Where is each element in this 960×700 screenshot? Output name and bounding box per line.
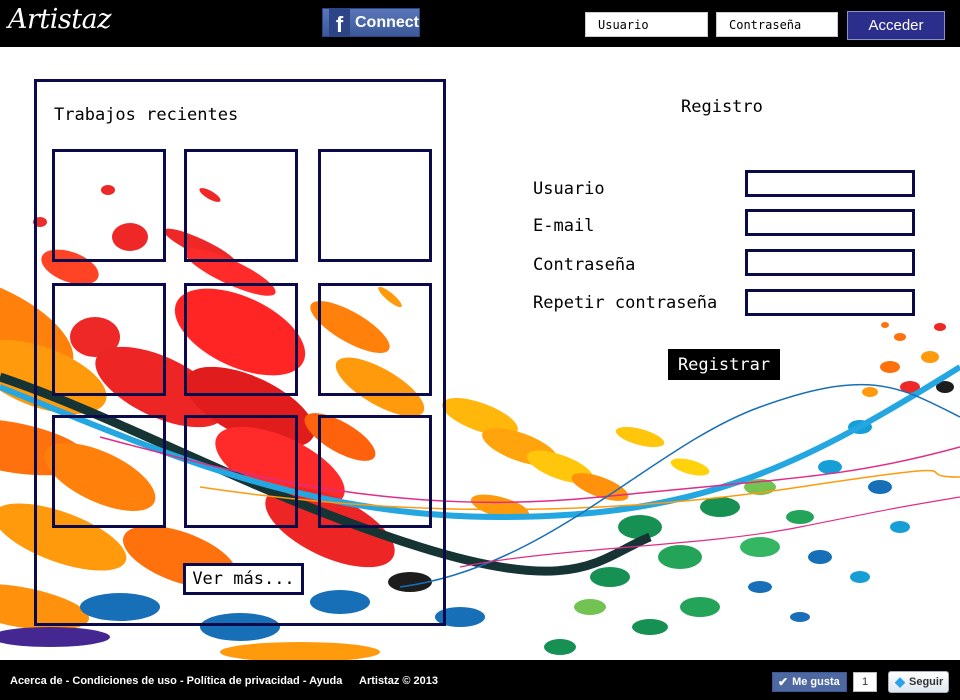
work-thumbnail[interactable]: [52, 415, 166, 528]
footer-link-about[interactable]: Acerca de: [10, 675, 63, 687]
register-username-input[interactable]: [745, 170, 915, 197]
register-email-label: E-mail: [533, 216, 595, 236]
footer-link-privacy[interactable]: Política de privacidad: [187, 675, 300, 687]
twitter-bird-icon: ◆: [895, 674, 905, 689]
footer-link-help[interactable]: Ayuda: [309, 675, 342, 687]
logo[interactable]: Artistaz: [8, 4, 111, 35]
facebook-icon: f: [329, 9, 350, 36]
register-title: Registro: [681, 97, 763, 117]
work-thumbnail[interactable]: [318, 149, 432, 262]
register-email-input[interactable]: [745, 209, 915, 236]
register-repeat-password-label: Repetir contraseña: [533, 293, 718, 313]
like-count: 1: [853, 672, 877, 692]
see-more-button[interactable]: Ver más...: [183, 563, 304, 595]
login-password-input[interactable]: [716, 12, 838, 37]
like-label: Me gusta: [792, 676, 840, 688]
register-password-input[interactable]: [745, 249, 915, 276]
facebook-like-button[interactable]: ✔ Me gusta: [772, 672, 847, 692]
work-thumbnail[interactable]: [184, 283, 298, 396]
footer-link-terms[interactable]: Condiciones de uso: [72, 675, 177, 687]
copyright: Artistaz © 2013: [359, 675, 439, 687]
recent-works-title: Trabajos recientes: [54, 105, 239, 125]
footer-links: Acerca de - Condiciones de uso - Polític…: [10, 675, 342, 687]
work-thumbnail[interactable]: [318, 415, 432, 528]
twitter-follow-button[interactable]: ◆ Seguir: [888, 671, 949, 693]
register-password-label: Contraseña: [533, 255, 636, 275]
work-thumbnail[interactable]: [184, 149, 298, 262]
facebook-connect-button[interactable]: f Connect: [322, 8, 420, 37]
facebook-connect-label: Connect: [355, 13, 419, 31]
recent-works-panel: Trabajos recientes Ver más...: [34, 79, 446, 626]
footer-separator: -: [62, 675, 73, 687]
follow-label: Seguir: [909, 676, 944, 688]
thumbs-up-icon: ✔: [778, 675, 789, 689]
work-thumbnail[interactable]: [52, 149, 166, 262]
work-thumbnail[interactable]: [52, 283, 166, 396]
top-bar: Artistaz f Connect Acceder: [0, 0, 960, 47]
footer-separator: -: [299, 675, 310, 687]
work-thumbnail[interactable]: [184, 415, 298, 528]
register-repeat-password-input[interactable]: [745, 289, 915, 316]
footer-separator: -: [176, 675, 187, 687]
login-button[interactable]: Acceder: [847, 11, 945, 40]
register-button[interactable]: Registrar: [668, 349, 780, 380]
work-thumbnail[interactable]: [318, 283, 432, 396]
login-username-input[interactable]: [585, 12, 708, 37]
register-username-label: Usuario: [533, 179, 605, 199]
